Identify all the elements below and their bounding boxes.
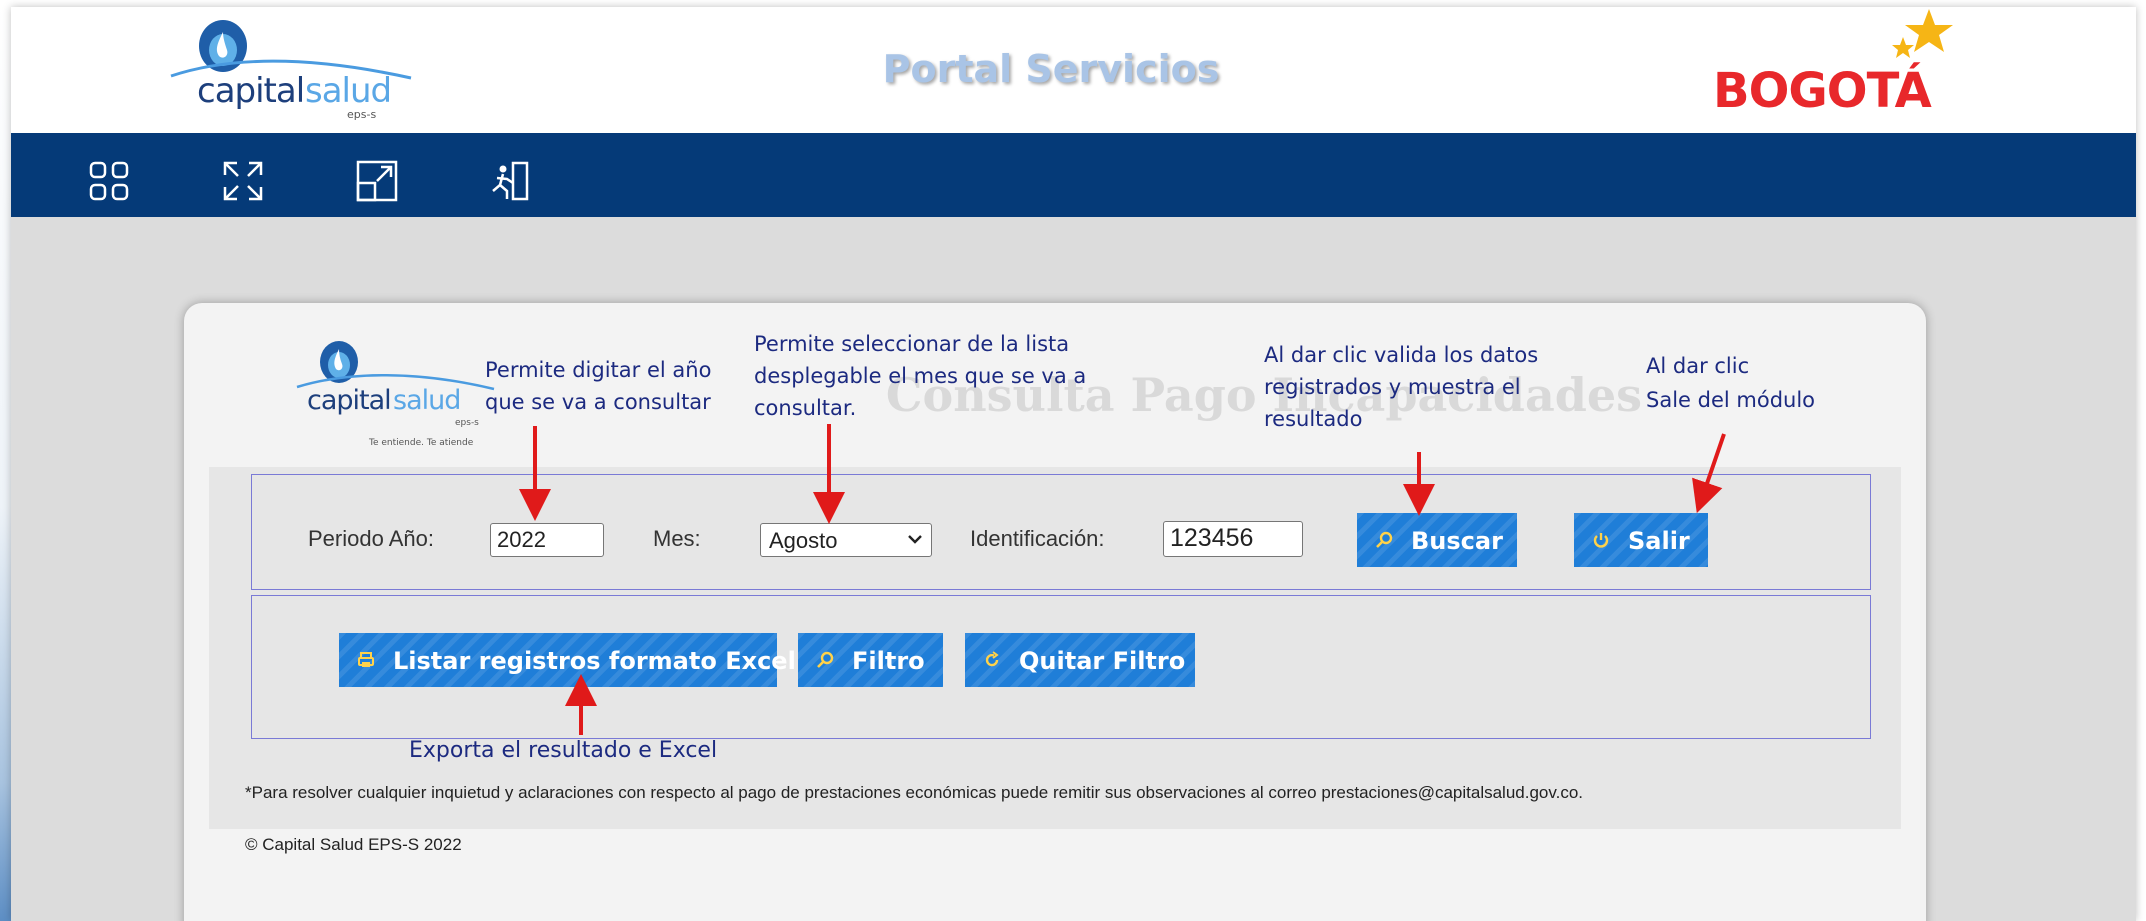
search-form: Periodo Año: 2022 Mes: Agosto Identifica… xyxy=(251,474,1871,590)
year-input[interactable]: 2022 xyxy=(490,523,604,557)
bogota-logo-text: BOGOTÁ xyxy=(1713,63,1932,119)
printer-icon xyxy=(358,652,374,667)
capitalsalud-logo-sub: eps-s xyxy=(347,108,376,121)
logout-icon[interactable] xyxy=(489,159,533,203)
grid-icon[interactable] xyxy=(87,159,131,203)
panel-logo-tagline: Te entiende. Te atiende xyxy=(368,438,474,448)
excel-export-button[interactable]: Listar registros formato Excel xyxy=(339,633,796,687)
top-navbar xyxy=(11,133,2136,217)
svg-text:salud: salud xyxy=(393,385,460,416)
search-icon xyxy=(817,651,834,668)
year-label: Periodo Año: xyxy=(308,526,434,551)
portal-title: Portal Servicios xyxy=(882,47,1220,91)
open-window-icon[interactable] xyxy=(355,159,399,203)
search-button[interactable]: Buscar xyxy=(1357,513,1517,567)
svg-text:capital: capital xyxy=(307,385,391,416)
exit-button-label: Salir xyxy=(1628,527,1690,555)
browser-window: capital salud eps-s Portal Servicios BOG… xyxy=(11,7,2136,921)
bogota-logo: BOGOTÁ xyxy=(1711,7,1971,127)
capitalsalud-logo: capital salud eps-s xyxy=(170,20,412,121)
annotation-exit-line2: Sale del módulo xyxy=(1646,388,1816,412)
annotation-search: Al dar clic valida los datos registrados… xyxy=(1264,343,1539,431)
month-label: Mes: xyxy=(653,526,701,551)
chevron-down-icon xyxy=(908,535,922,544)
contact-note: *Para resolver cualquier inquietud y acl… xyxy=(245,783,1584,802)
svg-text:salud: salud xyxy=(305,71,391,111)
annotation-excel: Exporta el resultado e Excel xyxy=(409,738,718,763)
exit-button[interactable]: Salir xyxy=(1574,513,1708,567)
month-select[interactable]: Agosto xyxy=(760,523,932,557)
id-label: Identificación: xyxy=(970,526,1105,551)
panel-logo-sub: eps-s xyxy=(455,418,479,428)
screen-edge xyxy=(0,0,11,921)
fullscreen-icon[interactable] xyxy=(221,159,265,203)
id-input[interactable]: 123456 xyxy=(1163,521,1303,557)
clear-filter-label: Quitar Filtro xyxy=(1019,647,1186,675)
site-header: capital salud eps-s Portal Servicios BOG… xyxy=(11,7,2136,133)
svg-text:capital: capital xyxy=(197,71,304,111)
annotation-exit-line1: Al dar clic xyxy=(1646,354,1750,378)
copyright: © Capital Salud EPS-S 2022 xyxy=(245,835,462,854)
power-icon xyxy=(1593,533,1609,548)
search-button-label: Buscar xyxy=(1411,527,1503,555)
filter-button-label: Filtro xyxy=(852,647,925,675)
month-select-value: Agosto xyxy=(769,528,838,553)
panel-capitalsalud-logo: capital salud eps-s Te entiende. Te atie… xyxy=(296,341,495,448)
filter-button[interactable]: Filtro xyxy=(798,633,943,687)
search-icon xyxy=(1376,531,1393,548)
clear-filter-button[interactable]: Quitar Filtro xyxy=(965,633,1195,687)
actions-bar: Listar registros formato Excel Filtro Qu… xyxy=(251,595,1871,739)
annotation-month: Permite seleccionar de la lista desplega… xyxy=(754,332,1087,420)
annotation-year: Permite digitar el año que se va a consu… xyxy=(485,358,712,414)
refresh-icon xyxy=(985,651,999,667)
excel-export-label: Listar registros formato Excel xyxy=(393,647,796,675)
